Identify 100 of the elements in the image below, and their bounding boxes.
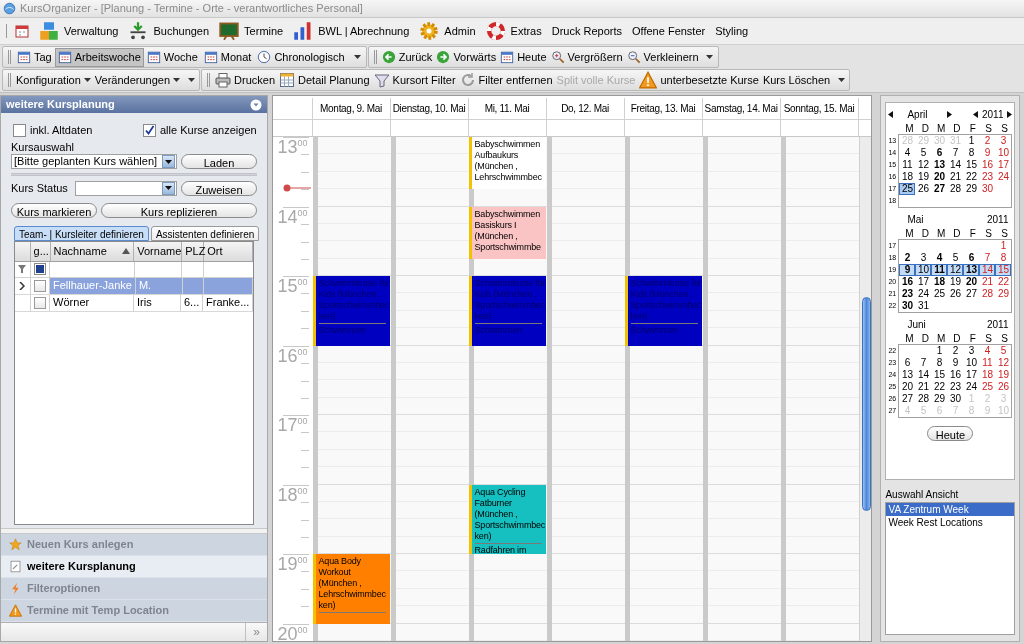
- day-cell[interactable]: 15: [963, 159, 980, 171]
- day-cell[interactable]: 24: [963, 381, 980, 393]
- day-cell[interactable]: 3: [915, 252, 932, 264]
- course-dropdown[interactable]: [Bitte geplanten Kurs wählen]: [11, 154, 177, 169]
- day-cell[interactable]: 17: [963, 369, 980, 381]
- day-cell[interactable]: 23: [947, 381, 964, 393]
- tab[interactable]: Team- | Kursleiter definieren: [14, 225, 149, 241]
- day-cell[interactable]: 10: [995, 147, 1012, 159]
- day-cell[interactable]: 4: [979, 345, 996, 357]
- today-button[interactable]: Heute: [927, 426, 974, 441]
- menu-item[interactable]: Extras: [480, 19, 547, 43]
- day-cell[interactable]: 8: [995, 252, 1012, 264]
- navigation-item[interactable]: weitere Kursplanung: [1, 556, 267, 578]
- day-cell[interactable]: 3: [963, 345, 980, 357]
- day-cell[interactable]: 17: [995, 159, 1012, 171]
- day-cell[interactable]: 30: [899, 300, 916, 312]
- calendar-menu-button[interactable]: [14, 23, 30, 39]
- toolbar-button[interactable]: Filter entfernen: [457, 70, 555, 90]
- view-tab[interactable]: Tag: [14, 47, 55, 67]
- day-cell[interactable]: 30: [979, 183, 996, 195]
- day-cell[interactable]: 3: [995, 135, 1012, 147]
- day-cell[interactable]: 18: [899, 171, 916, 183]
- view-tab[interactable]: Monat: [200, 47, 255, 67]
- day-cell[interactable]: 21: [915, 381, 932, 393]
- menu-item[interactable]: Styling: [710, 19, 754, 43]
- day-cell[interactable]: 2: [899, 252, 916, 264]
- status-dropdown[interactable]: [75, 180, 177, 196]
- day-cell[interactable]: 1: [963, 135, 980, 147]
- day-cell[interactable]: 19: [947, 276, 964, 288]
- next-button[interactable]: [947, 110, 953, 118]
- list-item[interactable]: Week Rest Locations: [886, 516, 1015, 529]
- day-cell[interactable]: 15: [995, 264, 1012, 276]
- day-cell[interactable]: 28: [947, 183, 964, 195]
- previous-button[interactable]: [888, 110, 894, 118]
- toolbar-button[interactable]: Vergrößern: [548, 47, 625, 67]
- day-cell[interactable]: 20: [931, 171, 948, 183]
- day-cell[interactable]: 28: [915, 393, 932, 405]
- menu-item[interactable]: Druck Reports: [546, 19, 628, 43]
- menu-item[interactable]: BWL | Abrechnung: [288, 19, 415, 43]
- day-cell[interactable]: 22: [931, 381, 948, 393]
- day-cell[interactable]: 6: [931, 147, 948, 159]
- day-cell[interactable]: 22: [995, 276, 1012, 288]
- calendar-event[interactable]: Aqua Body Workout (München , Lehrschwimmbecken): [312, 554, 390, 624]
- checkbox[interactable]: [13, 123, 26, 137]
- day-cell[interactable]: 16: [899, 276, 916, 288]
- view-tab[interactable]: Woche: [143, 47, 201, 67]
- day-cell[interactable]: 29: [995, 288, 1012, 300]
- toolbar-button[interactable]: Drucken: [213, 70, 278, 90]
- collapse-icon[interactable]: [250, 98, 262, 111]
- day-cell[interactable]: 12: [995, 357, 1012, 369]
- day-cell[interactable]: 9: [979, 147, 996, 159]
- day-cell[interactable]: 4: [931, 252, 948, 264]
- day-cell[interactable]: 16: [947, 369, 964, 381]
- day-cell[interactable]: 5: [995, 345, 1012, 357]
- checkbox[interactable]: [33, 279, 46, 292]
- day-cell[interactable]: 5: [947, 252, 964, 264]
- day-cell[interactable]: 7: [915, 357, 932, 369]
- toolbar-button[interactable]: Vorwärts: [434, 47, 499, 67]
- column-header[interactable]: g...: [30, 241, 51, 261]
- toolbar-button[interactable]: Verkleinern: [624, 47, 701, 67]
- next-button[interactable]: [1007, 110, 1013, 118]
- day-cell[interactable]: 31: [915, 300, 932, 312]
- column-header[interactable]: Nachname: [50, 241, 135, 261]
- day-cell[interactable]: 14: [979, 264, 996, 276]
- day-cell[interactable]: 9: [899, 264, 916, 276]
- day-cell[interactable]: 4: [899, 147, 916, 159]
- filter-icon[interactable]: [18, 265, 27, 273]
- day-cell[interactable]: 24: [995, 171, 1012, 183]
- day-cell[interactable]: 2: [947, 345, 964, 357]
- day-cell[interactable]: 22: [963, 171, 980, 183]
- day-cell[interactable]: 13: [931, 159, 948, 171]
- day-cell[interactable]: 1: [931, 345, 948, 357]
- column-header[interactable]: Ort: [204, 241, 253, 261]
- toolbar-button[interactable]: Heute: [498, 47, 549, 67]
- day-cell[interactable]: 7: [979, 252, 996, 264]
- day-cell[interactable]: 10: [963, 357, 980, 369]
- menu-dropdown[interactable]: Konfiguration: [14, 70, 93, 90]
- action-button[interactable]: Kurs markieren: [11, 202, 97, 218]
- filter-checkbox[interactable]: [34, 263, 47, 275]
- action-button[interactable]: Zuweisen: [181, 180, 257, 196]
- day-cell[interactable]: 26: [995, 381, 1012, 393]
- day-cell[interactable]: 14: [915, 369, 932, 381]
- day-cell[interactable]: 18: [979, 369, 996, 381]
- day-cell[interactable]: 5: [915, 147, 932, 159]
- day-cell[interactable]: 20: [963, 276, 980, 288]
- toolbar-button[interactable]: Kursort Filter: [371, 70, 458, 90]
- day-cell[interactable]: 12: [915, 159, 932, 171]
- previous-button[interactable]: [972, 110, 978, 118]
- action-button[interactable]: Laden: [181, 154, 257, 169]
- day-cell[interactable]: 29: [963, 183, 980, 195]
- calendar-event[interactable]: Babyschwimmen Aufbaukurs (München , Lehrschwimmbec: [468, 137, 546, 190]
- day-cell[interactable]: 21: [947, 171, 964, 183]
- day-cell[interactable]: 17: [915, 276, 932, 288]
- day-cell[interactable]: 11: [979, 357, 996, 369]
- day-cell[interactable]: 25: [979, 381, 996, 393]
- day-cell[interactable]: 18: [931, 276, 948, 288]
- day-cell[interactable]: 9: [947, 357, 964, 369]
- day-cell[interactable]: 8: [931, 357, 948, 369]
- menu-item[interactable]: Termine: [214, 19, 289, 43]
- day-cell[interactable]: 8: [963, 147, 980, 159]
